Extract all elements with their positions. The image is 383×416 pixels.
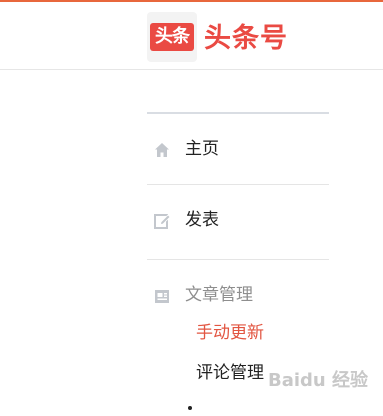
watermark: Baidu 经验 <box>268 370 369 391</box>
sidebar-item-label: 发表 <box>185 210 219 230</box>
sidebar-subitem-label: 评论管理 <box>196 363 264 383</box>
sidebar-nav: 主页 发表 文章管理 手动更新 评论管理 <box>147 112 329 402</box>
logo-badge-text: 头条 <box>150 23 194 51</box>
sidebar-subitem-manual-update[interactable]: 手动更新 <box>147 322 329 362</box>
header: 头条 头条号 <box>0 2 383 70</box>
logo-badge[interactable]: 头条 <box>147 12 197 62</box>
sidebar-item-publish[interactable]: 发表 <box>147 185 329 259</box>
sidebar-subitem-label: 手动更新 <box>196 323 264 343</box>
sidebar-item-articles[interactable]: 文章管理 <box>147 260 329 322</box>
edit-icon <box>153 212 171 230</box>
logo-text[interactable]: 头条号 <box>204 22 288 56</box>
home-icon <box>153 141 171 159</box>
sidebar-item-label: 文章管理 <box>185 285 253 305</box>
article-icon <box>153 287 171 305</box>
sidebar-item-home[interactable]: 主页 <box>147 114 329 184</box>
list-bullet <box>188 406 192 410</box>
sidebar-item-label: 主页 <box>185 139 219 159</box>
